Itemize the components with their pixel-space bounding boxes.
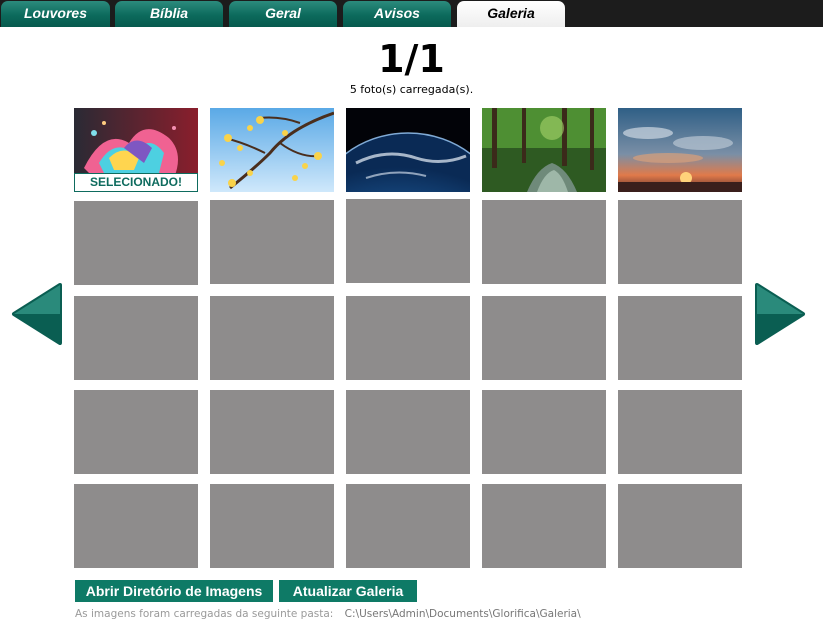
empty-slot [618, 484, 742, 568]
tab-biblia[interactable]: Bíblia [115, 1, 223, 27]
arrow-left-icon [12, 283, 62, 345]
tab-geral[interactable]: Geral [229, 1, 337, 27]
empty-slot [74, 484, 198, 568]
empty-slot [482, 296, 606, 380]
empty-slot [482, 200, 606, 284]
tab-avisos[interactable]: Avisos [343, 1, 451, 27]
earth-from-space-image [346, 108, 470, 192]
empty-slot [74, 296, 198, 380]
empty-slot [482, 484, 606, 568]
tab-bar: Louvores Bíblia Geral Avisos Galeria [0, 0, 823, 27]
prev-page-button[interactable] [10, 283, 62, 349]
folder-info-label: As imagens foram carregadas da seguinte … [75, 608, 334, 620]
gallery-photo-2[interactable] [210, 108, 334, 192]
gallery-photo-1[interactable]: SELECIONADO! [74, 108, 198, 192]
photo-count-label: 5 foto(s) carregada(s). [349, 83, 474, 96]
folder-path: C:\Users\Admin\Documents\Glorifica\Galer… [344, 608, 581, 620]
sunset-sky-image [618, 108, 742, 192]
gallery-photo-5[interactable] [618, 108, 742, 192]
empty-slot [346, 199, 470, 283]
empty-slot [210, 390, 334, 474]
empty-slot [618, 296, 742, 380]
gallery-photo-4[interactable] [482, 108, 606, 192]
folder-info: As imagens foram carregadas da seguinte … [75, 608, 581, 620]
empty-slot [210, 200, 334, 284]
open-directory-button[interactable]: Abrir Diretório de Imagens [75, 580, 273, 602]
refresh-gallery-button[interactable]: Atualizar Galeria [279, 580, 417, 602]
empty-slot [482, 390, 606, 474]
tab-louvores[interactable]: Louvores [1, 1, 110, 27]
flowering-branch-image [210, 108, 334, 192]
selected-badge: SELECIONADO! [74, 173, 198, 192]
empty-slot [74, 201, 198, 285]
empty-slot [346, 390, 470, 474]
gallery-photo-3[interactable] [346, 108, 470, 192]
empty-slot [210, 296, 334, 380]
empty-slot [210, 484, 334, 568]
arrow-right-icon [755, 283, 805, 345]
page-counter: 1/1 [378, 37, 445, 81]
empty-slot [346, 296, 470, 380]
empty-slot [618, 200, 742, 284]
next-page-button[interactable] [755, 283, 807, 349]
tab-galeria[interactable]: Galeria [457, 1, 565, 27]
empty-slot [618, 390, 742, 474]
forest-stream-image [482, 108, 606, 192]
empty-slot [346, 484, 470, 568]
empty-slot [74, 390, 198, 474]
